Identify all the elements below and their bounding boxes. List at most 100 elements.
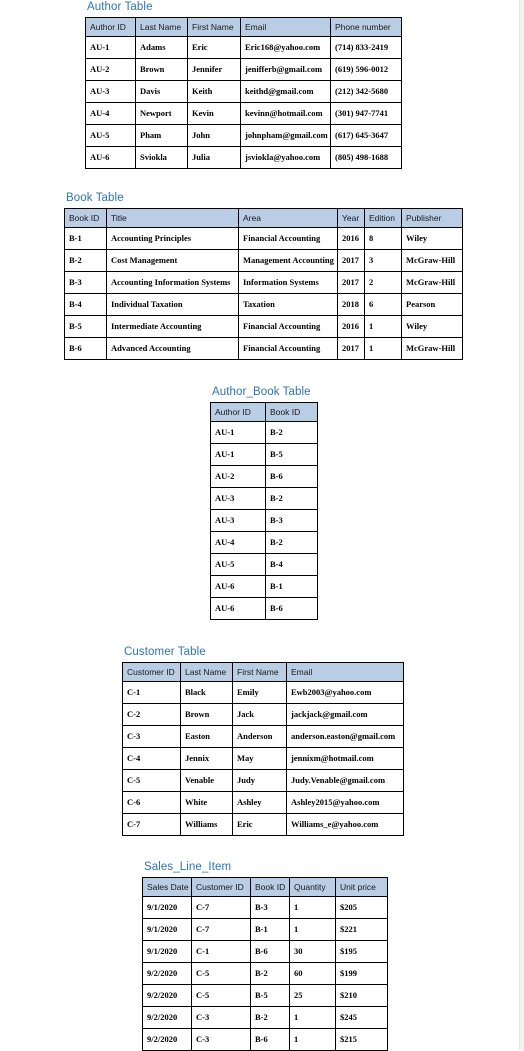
table-cell: Judy — [232, 769, 287, 792]
table-row: B-6 Advanced Accounting Financial Accounti… — [64, 337, 463, 360]
column-header: Author ID — [210, 402, 266, 422]
table-cell: (805) 498-1688 — [330, 146, 402, 169]
table-cell: B-1 — [250, 918, 290, 941]
table-cell: AU-5 — [85, 124, 136, 147]
table-cell: B-2 — [250, 962, 290, 985]
column-header: Year — [337, 208, 365, 228]
column-header: First Name — [187, 17, 241, 37]
table-row: AU-6 B-1 — [210, 575, 318, 598]
table-cell: jackjack@gmail.com — [286, 703, 404, 726]
table-header-row: Author ID Book ID — [210, 402, 318, 422]
table-row: AU-5 Pham John johnpham@gmail.com (617) 645-… — [85, 124, 402, 147]
table-cell: B-6 — [250, 1028, 290, 1051]
table-cell: B-3 — [265, 509, 318, 532]
table-cell: 9/1/2020 — [142, 896, 192, 919]
column-header: Area — [238, 208, 338, 228]
page-right-edge — [519, 0, 524, 1050]
table-row: 9/1/2020 C-7 B-1 1 $221 — [142, 918, 388, 941]
table-cell: Financial Accounting — [238, 337, 338, 360]
table-cell: Eric — [232, 813, 287, 836]
table-row: C-5 Venable Judy Judy.Venable@gmail.com — [122, 769, 404, 792]
author-book-table-head: Author ID Book ID — [210, 402, 318, 422]
table-cell: 2017 — [337, 249, 365, 272]
table-cell: Brown — [135, 58, 188, 81]
table-cell: Brown — [180, 703, 233, 726]
table-cell: B-3 — [64, 271, 107, 294]
table-row: C-3 Easton Anderson anderson.easton@gmail.c… — [122, 725, 404, 748]
table-cell: John — [187, 124, 241, 147]
table-cell: B-2 — [265, 531, 318, 554]
table-cell: Emily — [232, 681, 287, 704]
table-cell: AU-2 — [85, 58, 136, 81]
table-cell: $221 — [335, 918, 388, 941]
table-cell: (617) 645-3647 — [330, 124, 402, 147]
table-row: 9/2/2020 C-5 B-2 60 $199 — [142, 962, 388, 985]
table-cell: 1 — [289, 1028, 336, 1051]
table-cell: Advanced Accounting — [106, 337, 239, 360]
table-cell: AU-3 — [210, 509, 266, 532]
column-header: Publisher — [401, 208, 463, 228]
author-table-body: AU-1 Adams Eric Eric168@yahoo.com (714) 833-… — [85, 36, 402, 169]
author-table-block: Author Table Author ID Last Name First Nam… — [85, 1, 402, 169]
table-row: AU-2 Brown Jennifer jenifferb@gmail.com (619… — [85, 58, 402, 81]
table-cell: 2018 — [337, 293, 365, 316]
table-cell: Julia — [187, 146, 241, 169]
table-cell: C-5 — [191, 984, 251, 1007]
table-cell: Accounting Information Systems — [106, 271, 239, 294]
table-row: AU-4 Newport Kevin kevinn@hotmail.com (301) … — [85, 102, 402, 125]
table-header-row: Customer ID Last Name First Name Email — [122, 662, 404, 682]
table-cell: Judy.Venable@gmail.com — [286, 769, 404, 792]
table-row: B-5 Intermediate Accounting Financial Acco… — [64, 315, 463, 338]
table-header-row: Book ID Title Area Year Edition Publisher — [64, 208, 463, 228]
table-cell: Wiley — [401, 315, 463, 338]
author-table: Author ID Last Name First Name Email Phone n… — [85, 17, 402, 169]
sales-line-item-table-head: Sales Date Customer ID Book ID Quantity Unit… — [142, 877, 388, 897]
author-book-table-title: Author_Book Table — [212, 386, 311, 398]
table-cell: 25 — [289, 984, 336, 1007]
table-cell: $215 — [335, 1028, 388, 1051]
table-row: C-2 Brown Jack jackjack@gmail.com — [122, 703, 404, 726]
table-cell: AU-3 — [210, 487, 266, 510]
table-row: AU-3 Davis Keith keithd@gmail.com (212) 342-… — [85, 80, 402, 103]
table-cell: Intermediate Accounting — [106, 315, 239, 338]
sales-line-item-table-title: Sales_Line_Item — [144, 861, 232, 873]
table-cell: 30 — [289, 940, 336, 963]
table-cell: C-5 — [191, 962, 251, 985]
table-cell: Ashley — [232, 791, 287, 814]
table-cell: Eric — [187, 36, 241, 59]
table-cell: White — [180, 791, 233, 814]
table-cell: B-6 — [250, 940, 290, 963]
table-cell: B-1 — [265, 575, 318, 598]
table-cell: Williams_e@yahoo.com — [286, 813, 404, 836]
author-table-head: Author ID Last Name First Name Email Phone n… — [85, 17, 402, 37]
sales-line-item-table: Sales Date Customer ID Book ID Quantity Unit… — [142, 877, 388, 1051]
table-cell: B-6 — [64, 337, 107, 360]
table-cell: C-6 — [122, 791, 181, 814]
table-row: B-2 Cost Management Management Accounting 2… — [64, 249, 463, 272]
customer-table: Customer ID Last Name First Name Email C-1 B… — [122, 662, 404, 836]
table-cell: B-2 — [64, 249, 107, 272]
table-cell: C-7 — [191, 918, 251, 941]
table-cell: C-1 — [191, 940, 251, 963]
table-cell: B-2 — [265, 487, 318, 510]
table-cell: $205 — [335, 896, 388, 919]
table-cell: $245 — [335, 1006, 388, 1029]
table-cell: AU-2 — [210, 465, 266, 488]
table-row: C-1 Black Emily Ewb2003@yahoo.com — [122, 681, 404, 704]
table-cell: B-5 — [265, 443, 318, 466]
table-cell: Information Systems — [238, 271, 338, 294]
book-table-head: Book ID Title Area Year Edition Publisher — [64, 208, 463, 228]
table-cell: (212) 342-5680 — [330, 80, 402, 103]
table-cell: AU-1 — [85, 36, 136, 59]
column-header: Email — [286, 662, 404, 682]
table-row: AU-3 B-3 — [210, 509, 318, 532]
table-cell: McGraw-Hill — [401, 337, 463, 360]
table-row: 9/1/2020 C-7 B-3 1 $205 — [142, 896, 388, 919]
table-header-row: Sales Date Customer ID Book ID Quantity Unit… — [142, 877, 388, 897]
table-cell: anderson.easton@gmail.com — [286, 725, 404, 748]
table-cell: 9/2/2020 — [142, 1006, 192, 1029]
table-cell: Financial Accounting — [238, 227, 338, 250]
column-header: Last Name — [180, 662, 233, 682]
column-header: Quantity — [289, 877, 336, 897]
table-cell: C-7 — [122, 813, 181, 836]
